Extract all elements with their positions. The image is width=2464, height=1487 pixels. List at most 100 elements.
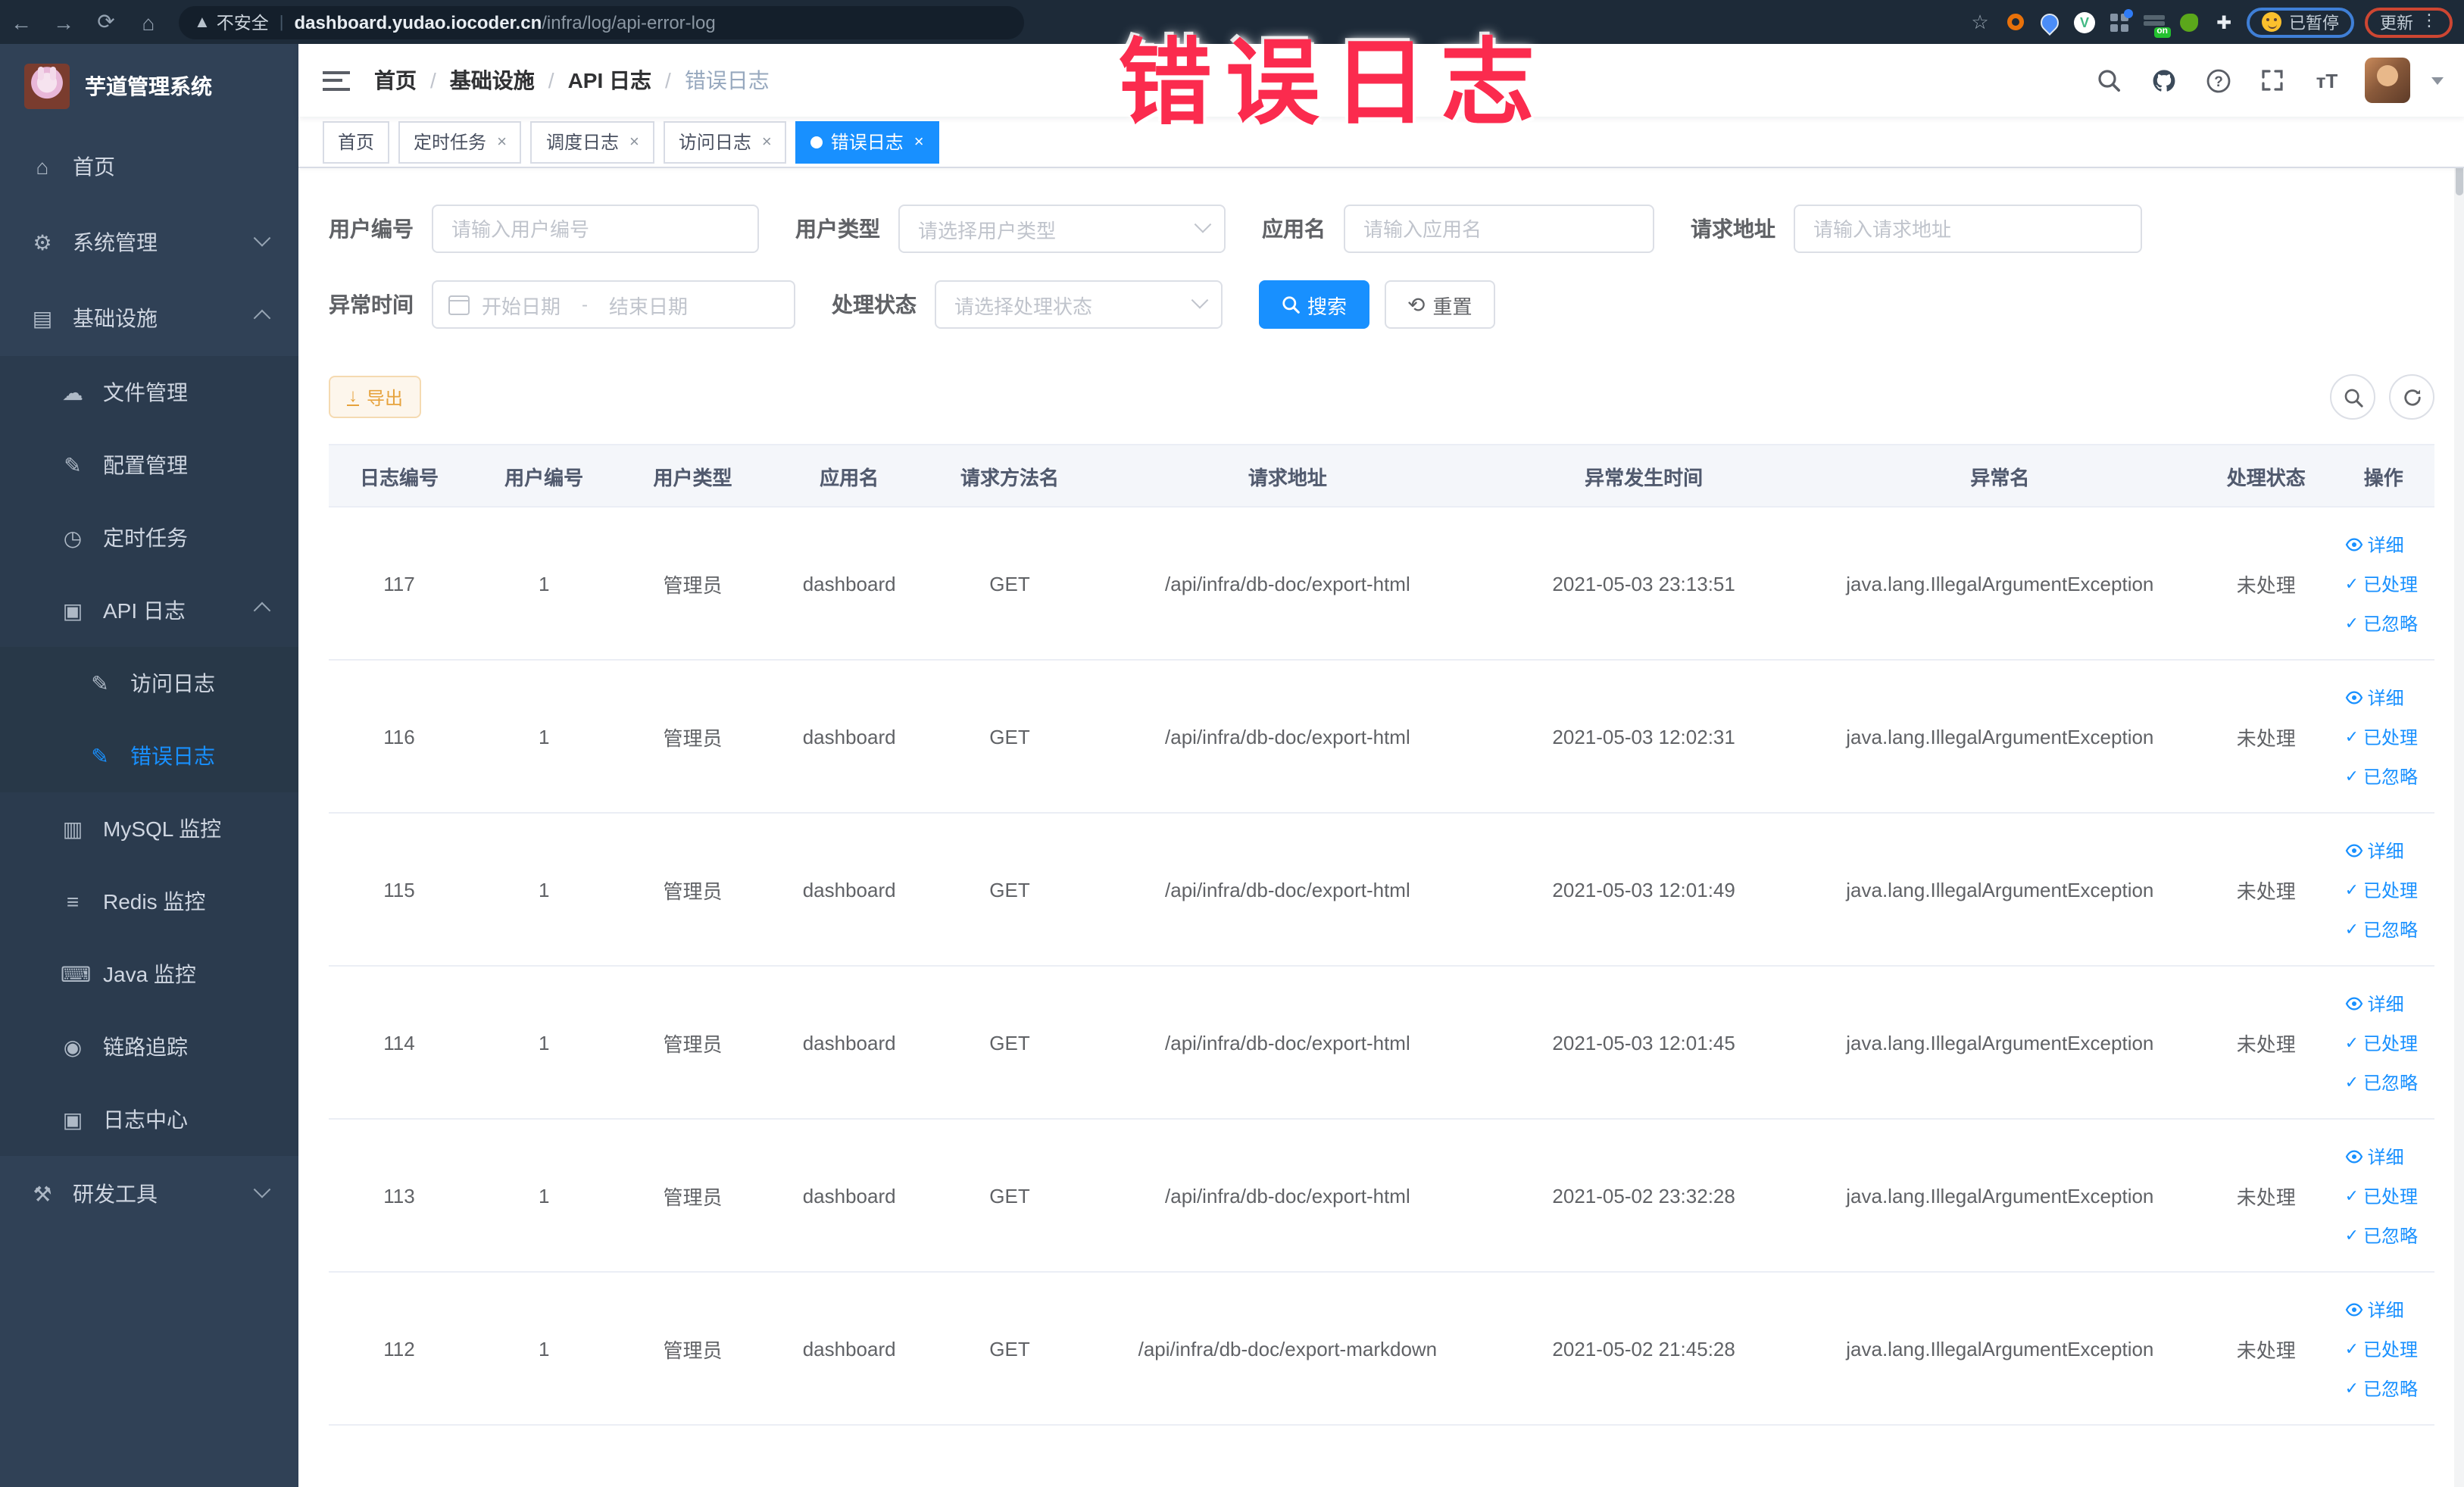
table-row[interactable]: 116 1 管理员 dashboard GET /api/infra/db-do… — [329, 660, 2434, 814]
cell-exception-time: 2021-05-03 12:01:49 — [1487, 813, 1800, 967]
extension-blue-pin-icon[interactable] — [2037, 9, 2063, 35]
mark-ignored-link[interactable]: ✓ 已忽略 — [2345, 1222, 2418, 1248]
table-row[interactable]: 115 1 管理员 dashboard GET /api/infra/db-do… — [329, 813, 2434, 967]
detail-action-link[interactable]: 详细 — [2345, 837, 2404, 863]
user-id-input[interactable] — [432, 205, 759, 253]
reset-button[interactable]: ⟲ 重置 — [1385, 280, 1495, 329]
sidebar-item[interactable]: ▤ 基础设施 — [0, 280, 298, 356]
search-button[interactable]: 搜索 — [1259, 280, 1370, 329]
check-icon: ✓ — [2344, 1187, 2359, 1205]
request-url-input[interactable] — [1794, 205, 2142, 253]
extension-green-sprout-icon[interactable] — [2177, 10, 2201, 34]
tab-close-icon[interactable]: × — [914, 133, 924, 151]
avatar-caret-down-icon[interactable] — [2431, 77, 2444, 84]
mark-processed-link[interactable]: ✓ 已处理 — [2345, 876, 2418, 902]
breadcrumb-item[interactable]: 错误日志 / — [685, 65, 770, 95]
eye-icon — [2345, 690, 2363, 704]
mark-ignored-link[interactable]: ✓ 已忽略 — [2345, 1375, 2418, 1401]
app-logo-row[interactable]: 芋道管理系统 — [0, 44, 298, 129]
view-tab[interactable]: 定时任务 × — [398, 120, 522, 163]
browser-home-icon[interactable]: ⌂ — [127, 10, 170, 34]
column-header: 日志编号 — [329, 444, 470, 508]
mark-processed-link[interactable]: ✓ 已处理 — [2345, 1335, 2418, 1361]
tab-close-icon[interactable]: × — [497, 133, 507, 151]
mark-ignored-link[interactable]: ✓ 已忽略 — [2345, 916, 2418, 942]
mark-processed-link[interactable]: ✓ 已处理 — [2345, 570, 2418, 596]
detail-action-link[interactable]: 详细 — [2345, 531, 2404, 557]
sidebar-item[interactable]: ⚙ 系统管理 — [0, 205, 298, 280]
process-status-select[interactable]: 请选择处理状态 — [935, 280, 1223, 329]
browser-reload-icon[interactable]: ⟳ — [85, 9, 127, 35]
mark-processed-link[interactable]: ✓ 已处理 — [2345, 723, 2418, 749]
font-size-icon[interactable]: тT — [2310, 64, 2344, 97]
browser-update-button[interactable]: 更新 ⋮ — [2365, 7, 2453, 37]
hamburger-icon[interactable] — [323, 70, 350, 90]
fullscreen-icon[interactable] — [2256, 64, 2289, 97]
sidebar-item[interactable]: ≡ Redis 监控 — [0, 865, 298, 938]
breadcrumb-item[interactable]: 基础设施 / — [450, 65, 568, 95]
table-row[interactable]: 117 1 管理员 dashboard GET /api/infra/db-do… — [329, 507, 2434, 661]
sidebar-item[interactable]: ◷ 定时任务 — [0, 501, 298, 574]
sidebar-item[interactable]: ▣ 日志中心 — [0, 1083, 298, 1156]
user-type-select[interactable]: 请选择用户类型 — [898, 205, 1226, 253]
table-row[interactable]: 114 1 管理员 dashboard GET /api/infra/db-do… — [329, 966, 2434, 1120]
app-name-input[interactable] — [1344, 205, 1654, 253]
sidebar-item[interactable]: ⌂ 首页 — [0, 129, 298, 205]
detail-action-link[interactable]: 详细 — [2345, 990, 2404, 1016]
github-icon[interactable] — [2147, 64, 2180, 97]
view-tab[interactable]: 首页 × — [323, 120, 390, 163]
browser-forward-icon[interactable]: → — [42, 10, 85, 34]
table-row[interactable]: 113 1 管理员 dashboard GET /api/infra/db-do… — [329, 1119, 2434, 1273]
cell-exception-time: 2021-05-03 23:13:51 — [1487, 507, 1800, 661]
view-tab[interactable]: 访问日志 × — [663, 120, 787, 163]
extensions-puzzle-icon[interactable]: ✚ — [2212, 10, 2236, 34]
sidebar-item[interactable]: ☁ 文件管理 — [0, 356, 298, 429]
cell-app-name: dashboard — [767, 1272, 932, 1426]
sidebar-item[interactable]: ◉ 链路追踪 — [0, 1011, 298, 1083]
mark-ignored-link[interactable]: ✓ 已忽略 — [2345, 610, 2418, 636]
address-bar[interactable]: ▲ 不安全 | dashboard.yudao.iocoder.cn/infra… — [179, 5, 1024, 39]
sidebar-item[interactable]: ✎ 错误日志 — [0, 720, 298, 792]
toggle-search-button[interactable] — [2330, 374, 2375, 420]
column-header: 操作 — [2332, 444, 2434, 508]
sidebar-item[interactable]: ⚒ 研发工具 — [0, 1156, 298, 1232]
sidebar-item-label: 错误日志 — [130, 744, 215, 768]
help-question-icon[interactable]: ? — [2201, 64, 2234, 97]
redis-icon: ≡ — [66, 889, 80, 914]
table-row[interactable]: 112 1 管理员 dashboard GET /api/infra/db-do… — [329, 1272, 2434, 1426]
profile-paused-badge[interactable]: 已暂停 — [2247, 7, 2354, 37]
user-avatar[interactable] — [2365, 58, 2410, 103]
view-tab[interactable]: 调度日志 × — [530, 120, 654, 163]
header-search-icon[interactable] — [2092, 64, 2125, 97]
sidebar-item[interactable]: ▥ MySQL 监控 — [0, 792, 298, 865]
sidebar-item[interactable]: ✎ 配置管理 — [0, 429, 298, 501]
breadcrumb-item[interactable]: API 日志 / — [568, 65, 685, 95]
mark-ignored-link[interactable]: ✓ 已忽略 — [2345, 763, 2418, 789]
view-tab[interactable]: 错误日志 × — [795, 120, 939, 163]
extension-grid-icon[interactable] — [2107, 8, 2133, 34]
sidebar-item[interactable]: ▣ API 日志 — [0, 574, 298, 647]
vue-devtools-icon[interactable]: V — [2072, 10, 2097, 34]
proxy-extension-icon[interactable]: on — [2142, 10, 2171, 37]
mark-ignored-link[interactable]: ✓ 已忽略 — [2345, 1069, 2418, 1095]
browser-scrollbar[interactable] — [2454, 44, 2464, 1487]
tab-close-icon[interactable]: × — [629, 133, 639, 151]
detail-action-link[interactable]: 详细 — [2345, 1143, 2404, 1169]
sidebar-item-label: 配置管理 — [103, 453, 188, 477]
browser-back-icon[interactable]: ← — [0, 10, 42, 34]
mark-processed-link[interactable]: ✓ 已处理 — [2345, 1029, 2418, 1055]
sidebar-item[interactable]: ✎ 访问日志 — [0, 647, 298, 720]
security-label[interactable]: 不安全 — [217, 10, 269, 34]
refresh-table-button[interactable] — [2389, 374, 2434, 420]
detail-action-link[interactable]: 详细 — [2345, 684, 2404, 710]
extension-orange-ring-icon[interactable] — [2003, 10, 2027, 34]
detail-action-link[interactable]: 详细 — [2345, 1296, 2404, 1322]
export-button[interactable]: ↓ 导出 — [329, 376, 422, 418]
date-range-picker[interactable]: 开始日期 - 结束日期 — [432, 280, 795, 329]
mark-processed-link[interactable]: ✓ 已处理 — [2345, 1182, 2418, 1208]
bookmark-star-icon[interactable]: ☆ — [1968, 10, 1992, 34]
tab-close-icon[interactable]: × — [762, 133, 772, 151]
sidebar-item[interactable]: ⌨ Java 监控 — [0, 938, 298, 1011]
breadcrumb-item[interactable]: 首页 / — [374, 65, 450, 95]
view-tab-label: 调度日志 — [545, 132, 619, 153]
